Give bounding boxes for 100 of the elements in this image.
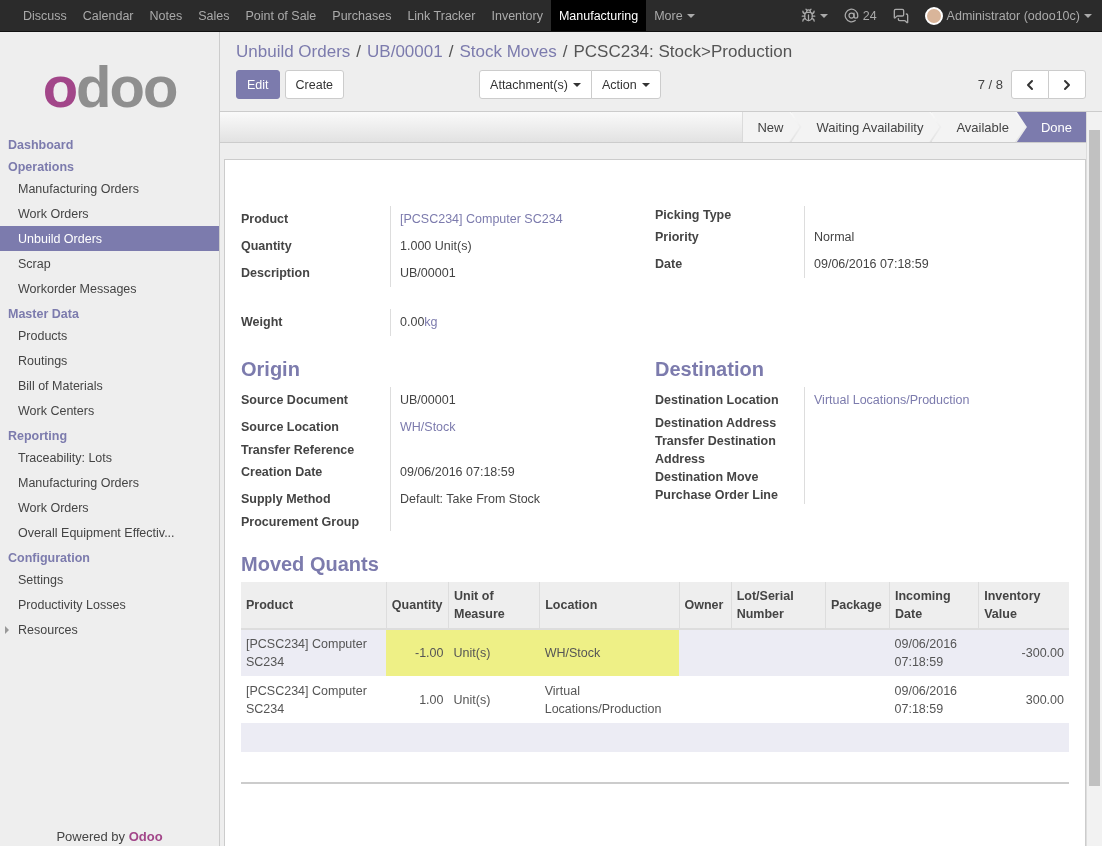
- column-header[interactable]: Product: [241, 582, 387, 629]
- column-header[interactable]: Owner: [679, 582, 732, 629]
- sidebar-item[interactable]: Routings: [0, 348, 219, 373]
- sidebar-item[interactable]: Overall Equipment Effectiv...: [0, 520, 219, 545]
- status-step[interactable]: Available: [931, 112, 1025, 142]
- field-label: Picking Type: [655, 206, 805, 224]
- caret-icon: [641, 82, 650, 87]
- field-value: Normal: [804, 224, 1069, 251]
- table-cell: -300.00: [978, 629, 1069, 676]
- section-title: Moved Quants: [241, 553, 380, 576]
- sidebar-item[interactable]: Settings: [0, 567, 219, 592]
- logo: odoo: [41, 52, 178, 121]
- field-label: Quantity: [241, 233, 391, 260]
- table-cell: Unit(s): [448, 629, 540, 676]
- create-button[interactable]: Create: [284, 70, 345, 99]
- field-label: Priority: [655, 224, 805, 251]
- field-label: Product: [241, 206, 391, 233]
- caret-icon: [572, 82, 581, 87]
- sidebar-item[interactable]: Unbuild Orders: [0, 226, 219, 251]
- column-header[interactable]: Inventory Value: [978, 582, 1069, 629]
- field-value: 09/06/2016 07:18:59: [804, 251, 1069, 278]
- table-cell: -1.00: [386, 629, 449, 676]
- column-header[interactable]: Incoming Date: [889, 582, 979, 629]
- page-title: PCSC234: Stock>Production: [573, 42, 793, 62]
- column-header[interactable]: Lot/Serial Number: [731, 582, 826, 629]
- previous-button[interactable]: [1011, 70, 1049, 99]
- table-cell: [PCSC234] Computer SC234: [241, 676, 387, 723]
- status-step[interactable]: Waiting Availability: [791, 112, 940, 142]
- menu-item[interactable]: Purchases: [324, 0, 400, 31]
- menu-item[interactable]: Calendar: [74, 0, 142, 31]
- caret-icon: [686, 13, 695, 18]
- avatar-icon: [924, 6, 943, 25]
- table-cell: 1.00: [386, 676, 449, 723]
- sidebar-item[interactable]: Work Orders: [0, 201, 219, 226]
- menu-item[interactable]: More: [646, 0, 703, 31]
- group-title: Origin: [241, 358, 301, 381]
- user-menu[interactable]: Administrator (odoo10c): [924, 6, 1092, 25]
- sidebar-item[interactable]: Manufacturing Orders: [0, 470, 219, 495]
- field-label: Destination Address: [655, 414, 805, 432]
- field-label: Date: [655, 251, 805, 278]
- menu-item[interactable]: Point of Sale: [237, 0, 325, 31]
- sidebar-item[interactable]: Work Centers: [0, 398, 219, 423]
- table-cell: [PCSC234] Computer SC234: [241, 629, 387, 676]
- table-cell: 300.00: [978, 676, 1069, 723]
- table-cell: Virtual Locations/Production: [539, 676, 680, 723]
- breadcrumb-link[interactable]: Unbuild Orders: [236, 42, 351, 62]
- action-button[interactable]: Action: [590, 70, 661, 99]
- breadcrumb-separator: /: [356, 42, 362, 62]
- mentions-button[interactable]: 24: [843, 8, 877, 23]
- edit-button[interactable]: Edit: [236, 70, 280, 99]
- table-cell: Unit(s): [448, 676, 540, 723]
- chat-icon[interactable]: [892, 7, 909, 24]
- field-label: Transfer Destination Address: [655, 432, 805, 468]
- field-value: UB/00001: [390, 387, 655, 414]
- bug-icon: [800, 8, 816, 23]
- menu-item[interactable]: Notes: [141, 0, 191, 31]
- pager-value: 7 / 8: [977, 77, 1003, 92]
- attachments-button[interactable]: Attachment(s): [479, 70, 592, 99]
- field-label: Transfer Reference: [241, 441, 391, 459]
- sidebar-item[interactable]: Traceability: Lots: [0, 445, 219, 470]
- sidebar-item[interactable]: Products: [0, 323, 219, 348]
- menu-item[interactable]: Link Tracker: [399, 0, 484, 31]
- debug-menu[interactable]: [800, 8, 828, 23]
- menu-item[interactable]: Sales: [190, 0, 238, 31]
- table-cell: 09/06/2016 07:18:59: [889, 629, 979, 676]
- field-value: 09/06/2016 07:18:59: [390, 459, 655, 486]
- status-step[interactable]: Done: [1016, 112, 1086, 142]
- table-cell: 09/06/2016 07:18:59: [889, 676, 979, 723]
- column-header[interactable]: Package: [825, 582, 890, 629]
- status-step[interactable]: New: [742, 112, 800, 142]
- breadcrumb-separator: /: [448, 42, 454, 62]
- field-label: Procurement Group: [241, 513, 391, 531]
- field-label: Source Document: [241, 387, 391, 414]
- sidebar-item[interactable]: Productivity Losses: [0, 592, 219, 617]
- field-value[interactable]: WH/Stock: [390, 414, 655, 441]
- next-button[interactable]: [1048, 70, 1086, 99]
- menu-item[interactable]: Discuss: [15, 0, 75, 31]
- field-label: Destination Move: [655, 468, 805, 486]
- caret-icon: [1084, 13, 1092, 18]
- field-value[interactable]: Virtual Locations/Production: [804, 387, 1069, 414]
- menu-item[interactable]: Inventory: [483, 0, 551, 31]
- sidebar-item[interactable]: Scrap: [0, 251, 219, 276]
- sidebar-item[interactable]: Resources: [0, 617, 219, 642]
- column-header[interactable]: Location: [539, 582, 680, 629]
- field-label: Source Location: [241, 414, 391, 441]
- field-label: Supply Method: [241, 486, 391, 513]
- menu-item[interactable]: Manufacturing: [550, 0, 647, 31]
- sidebar-item[interactable]: Bill of Materials: [0, 373, 219, 398]
- column-header[interactable]: Quantity: [386, 582, 449, 629]
- field-value: Default: Take From Stock: [390, 486, 655, 513]
- field-label: Description: [241, 260, 391, 287]
- field-value[interactable]: [PCSC234] Computer SC234: [390, 206, 655, 233]
- field-value: 1.000 Unit(s): [390, 233, 655, 260]
- sidebar-item[interactable]: Manufacturing Orders: [0, 176, 219, 201]
- scrollbar[interactable]: [1086, 112, 1102, 846]
- column-header[interactable]: Unit of Measure: [448, 582, 540, 629]
- expand-icon: [5, 626, 9, 634]
- sidebar-item[interactable]: Workorder Messages: [0, 276, 219, 301]
- sidebar-item[interactable]: Work Orders: [0, 495, 219, 520]
- breadcrumb-link[interactable]: Stock Moves: [459, 42, 557, 62]
